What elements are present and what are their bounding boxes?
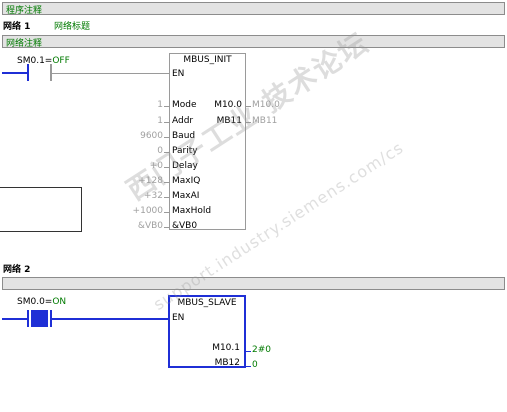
network-1-comment: 网络注释 bbox=[6, 39, 43, 49]
power-rail-2 bbox=[2, 318, 30, 320]
output-m10-1-value[interactable]: 2#0 bbox=[252, 345, 271, 355]
network-2-label[interactable]: 网络 2 bbox=[3, 262, 30, 275]
contact-2-label[interactable]: SM0.0=ON bbox=[17, 297, 66, 307]
pin-maxiq: MaxIQ bbox=[172, 176, 201, 186]
output-stub-mb12 bbox=[246, 366, 251, 367]
network-2-comment-bar[interactable] bbox=[2, 277, 505, 290]
pin-mb11: MB11 bbox=[216, 116, 242, 126]
input-stub-maxai bbox=[164, 197, 169, 198]
rung-2-wire bbox=[52, 318, 169, 320]
contact-2-gap-left bbox=[29, 310, 31, 327]
output-stub-mb11 bbox=[246, 122, 251, 123]
input-stub-mode bbox=[164, 106, 169, 107]
output-mb11-value[interactable]: MB11 bbox=[252, 116, 277, 126]
pin-mode: Mode bbox=[172, 100, 197, 110]
mbus-slave-block[interactable]: MBUS_SLAVE EN M10.1 MB12 bbox=[168, 295, 246, 368]
pin-maxhold: MaxHold bbox=[172, 206, 212, 216]
input-maxhold-value[interactable]: +1000 bbox=[133, 206, 163, 216]
input-maxai-value[interactable]: +32 bbox=[144, 191, 163, 201]
pin-addr: Addr bbox=[172, 116, 194, 126]
mbus-init-en: EN bbox=[172, 69, 185, 79]
input-stub-vb0 bbox=[164, 227, 169, 228]
input-baud-value[interactable]: 9600 bbox=[140, 131, 163, 141]
input-stub-delay bbox=[164, 167, 169, 168]
input-stub-addr bbox=[164, 122, 169, 123]
mbus-init-block[interactable]: MBUS_INIT EN Mode Addr Baud Parity Delay… bbox=[169, 53, 246, 231]
input-mode-value[interactable]: 1 bbox=[157, 100, 163, 110]
pin-parity: Parity bbox=[172, 146, 198, 156]
contact-2-gap-right bbox=[48, 310, 50, 327]
network-1-comment-bar[interactable]: 网络注释 bbox=[2, 35, 505, 49]
mbus-init-title: MBUS_INIT bbox=[183, 55, 232, 65]
power-rail-1 bbox=[2, 72, 28, 74]
pin-m10-1: M10.1 bbox=[212, 343, 240, 353]
pin-baud: Baud bbox=[172, 131, 196, 141]
input-addr-value[interactable]: 1 bbox=[157, 116, 163, 126]
output-stub-m10-1 bbox=[246, 351, 251, 352]
network-1-title[interactable]: 网络标题 bbox=[54, 19, 90, 32]
pin-delay: Delay bbox=[172, 161, 198, 171]
rung-1-wire bbox=[52, 73, 169, 74]
input-stub-parity bbox=[164, 152, 169, 153]
mbus-slave-title: MBUS_SLAVE bbox=[177, 298, 237, 308]
input-stub-baud bbox=[164, 137, 169, 138]
pin-mb12: MB12 bbox=[214, 358, 240, 368]
contact-1-left-bar[interactable] bbox=[27, 64, 29, 81]
input-stub-maxhold bbox=[164, 212, 169, 213]
empty-box bbox=[0, 187, 82, 232]
output-m10-0-value[interactable]: M10.0 bbox=[252, 100, 280, 110]
program-comment-bar[interactable]: 程序注释 bbox=[2, 2, 505, 16]
mbus-slave-en: EN bbox=[172, 313, 185, 323]
pin-m10-0: M10.0 bbox=[214, 100, 242, 110]
input-stub-maxiq bbox=[164, 182, 169, 183]
input-maxiq-value[interactable]: +128 bbox=[138, 176, 163, 186]
program-comment-label: 程序注释 bbox=[6, 6, 43, 16]
network-1-label[interactable]: 网络 1 bbox=[3, 19, 30, 32]
contact-1-label[interactable]: SM0.1=OFF bbox=[17, 56, 70, 66]
output-stub-m10-0 bbox=[246, 106, 251, 107]
output-mb12-value[interactable]: 0 bbox=[252, 360, 258, 370]
pin-vb0: &VB0 bbox=[172, 221, 198, 231]
input-vb0-value[interactable]: &VB0 bbox=[138, 221, 163, 231]
pin-maxai: MaxAI bbox=[172, 191, 200, 201]
input-parity-value[interactable]: 0 bbox=[157, 146, 163, 156]
input-delay-value[interactable]: +0 bbox=[150, 161, 163, 171]
